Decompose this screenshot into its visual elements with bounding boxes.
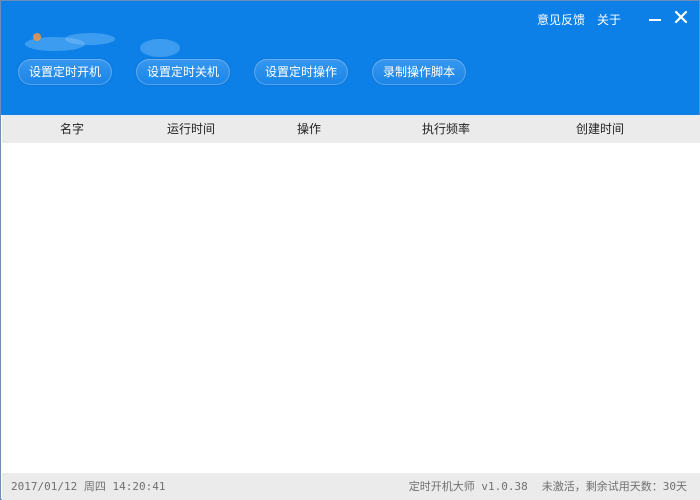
column-operation[interactable]: 操作 bbox=[297, 115, 321, 143]
column-frequency[interactable]: 执行频率 bbox=[422, 115, 470, 143]
column-run-time[interactable]: 运行时间 bbox=[167, 115, 215, 143]
schedule-operation-button[interactable]: 设置定时操作 bbox=[254, 59, 349, 85]
status-app-version: 定时开机大师 v1.0.38 bbox=[408, 480, 528, 493]
header-bar: 意见反馈 关于 设置定时开机 设置定时关机 设置定时操作 录制操作脚本 bbox=[1, 1, 699, 115]
record-script-button[interactable]: 录制操作脚本 bbox=[372, 59, 467, 85]
schedule-poweron-button[interactable]: 设置定时开机 bbox=[18, 59, 113, 85]
top-links: 意见反馈 关于 bbox=[537, 12, 621, 28]
status-bar: 2017/01/12 周四 14:20:41 定时开机大师 v1.0.38 未激… bbox=[2, 473, 700, 500]
close-icon[interactable] bbox=[673, 9, 689, 25]
toolbar: 设置定时开机 设置定时关机 设置定时操作 录制操作脚本 bbox=[18, 59, 467, 85]
schedule-shutdown-button[interactable]: 设置定时关机 bbox=[136, 59, 231, 85]
status-datetime: 2017/01/12 周四 14:20:41 bbox=[11, 480, 166, 493]
column-name[interactable]: 名字 bbox=[60, 115, 84, 143]
feedback-link[interactable]: 意见反馈 bbox=[537, 12, 585, 28]
table-header: 名字 运行时间 操作 执行频率 创建时间 bbox=[2, 115, 700, 143]
minimize-icon[interactable] bbox=[647, 9, 663, 25]
about-link[interactable]: 关于 bbox=[597, 12, 621, 28]
status-activation[interactable]: 未激活，剩余试用天数：30天 bbox=[542, 473, 687, 500]
column-created-time[interactable]: 创建时间 bbox=[576, 115, 624, 143]
app-window: 意见反馈 关于 设置定时开机 设置定时关机 设置定时操作 录制操作脚本 名字 运… bbox=[0, 0, 700, 500]
task-list[interactable] bbox=[2, 143, 700, 473]
